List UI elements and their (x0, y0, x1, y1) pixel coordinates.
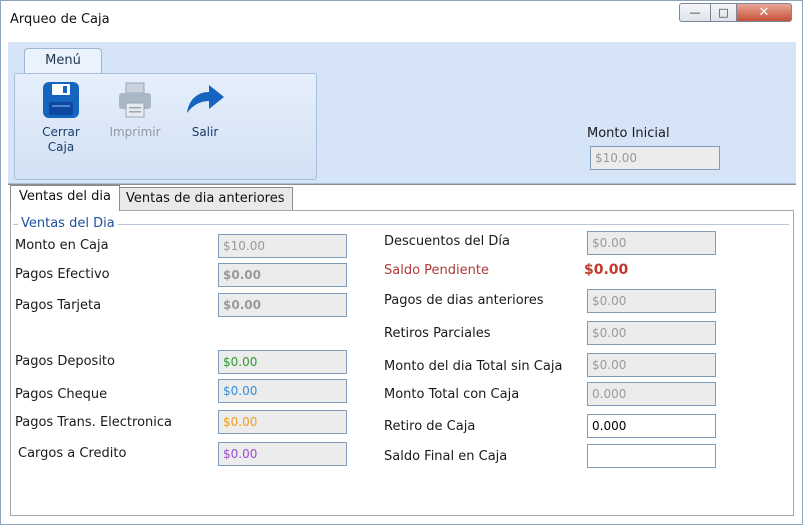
saldo-final-en-caja-label: Saldo Final en Caja (384, 449, 508, 464)
retiro-de-caja-label: Retiro de Caja (384, 419, 476, 434)
salir-button[interactable]: Salir (180, 80, 230, 139)
monto-en-caja-label: Monto en Caja (15, 238, 109, 253)
cargos-a-credito-field[interactable]: $0.00 (218, 442, 347, 466)
pagos-cheque-field[interactable]: $0.00 (218, 379, 347, 403)
monto-total-sin-caja-field[interactable]: $0.00 (587, 353, 716, 377)
cargos-a-credito-label: Cargos a Credito (18, 446, 127, 461)
minimize-button[interactable]: — (679, 3, 711, 22)
monto-en-caja-field[interactable]: $10.00 (218, 234, 347, 258)
group-title: Ventas del Dia (18, 216, 118, 231)
pagos-efectivo-label: Pagos Efectivo (15, 267, 110, 282)
imprimir-button[interactable]: Imprimir (104, 80, 166, 139)
exit-arrow-icon (187, 85, 224, 113)
pagos-deposito-field[interactable]: $0.00 (218, 350, 347, 374)
retiros-parciales-label: Retiros Parciales (384, 326, 491, 341)
monto-total-con-caja-label: Monto Total con Caja (384, 387, 520, 402)
monto-inicial-field[interactable]: $10.00 (590, 146, 720, 170)
descuentos-del-dia-label: Descuentos del Día (384, 234, 510, 249)
close-button[interactable]: ✕ (737, 3, 792, 22)
cerrar-line1: Cerrar (42, 125, 80, 139)
pagos-trans-electronica-label: Pagos Trans. Electronica (15, 415, 172, 430)
pagos-tarjeta-label: Pagos Tarjeta (15, 298, 102, 313)
tab-menu[interactable]: Menú (24, 48, 102, 74)
pagos-dias-anteriores-label: Pagos de dias anteriores (384, 293, 544, 308)
monto-total-sin-caja-label: Monto del dia Total sin Caja (384, 359, 563, 374)
retiro-de-caja-field[interactable]: 0.000 (587, 414, 716, 438)
pagos-deposito-label: Pagos Deposito (15, 354, 115, 369)
printer-icon (119, 82, 151, 118)
imprimir-label: Imprimir (109, 125, 161, 139)
window-controls: — □ ✕ (679, 3, 792, 22)
window-title: Arqueo de Caja (10, 12, 110, 27)
cerrar-line2: Caja (47, 140, 75, 154)
pagos-efectivo-field[interactable]: $0.00 (218, 263, 347, 287)
maximize-icon: □ (718, 6, 729, 19)
descuentos-del-dia-field[interactable]: $0.00 (587, 231, 716, 255)
monto-total-con-caja-field[interactable]: 0.000 (587, 382, 716, 406)
tab-ventas-dia-anteriores[interactable]: Ventas de dia anteriores (117, 187, 294, 211)
saldo-pendiente-label: Saldo Pendiente (384, 263, 489, 278)
saldo-pendiente-value: $0.00 (584, 262, 629, 278)
save-icon (43, 82, 79, 118)
pagos-cheque-label: Pagos Cheque (15, 387, 108, 402)
tab-ventas-del-dia[interactable]: Ventas del dia (10, 185, 120, 211)
salir-label: Salir (191, 125, 219, 139)
pagos-dias-anteriores-field[interactable]: $0.00 (587, 289, 716, 313)
monto-inicial-label: Monto Inicial (587, 126, 670, 141)
pagos-tarjeta-field[interactable]: $0.00 (218, 293, 347, 317)
minimize-icon: — (689, 6, 701, 19)
saldo-final-en-caja-field[interactable] (587, 444, 716, 468)
close-icon: ✕ (758, 5, 770, 20)
cerrar-caja-label: Cerrar Caja (36, 125, 86, 155)
maximize-button[interactable]: □ (711, 3, 737, 22)
cerrar-caja-button[interactable]: Cerrar Caja (36, 80, 86, 155)
pagos-trans-electronica-field[interactable]: $0.00 (218, 410, 347, 434)
retiros-parciales-field[interactable]: $0.00 (587, 321, 716, 345)
titlebar: Arqueo de Caja — □ ✕ (1, 1, 802, 39)
